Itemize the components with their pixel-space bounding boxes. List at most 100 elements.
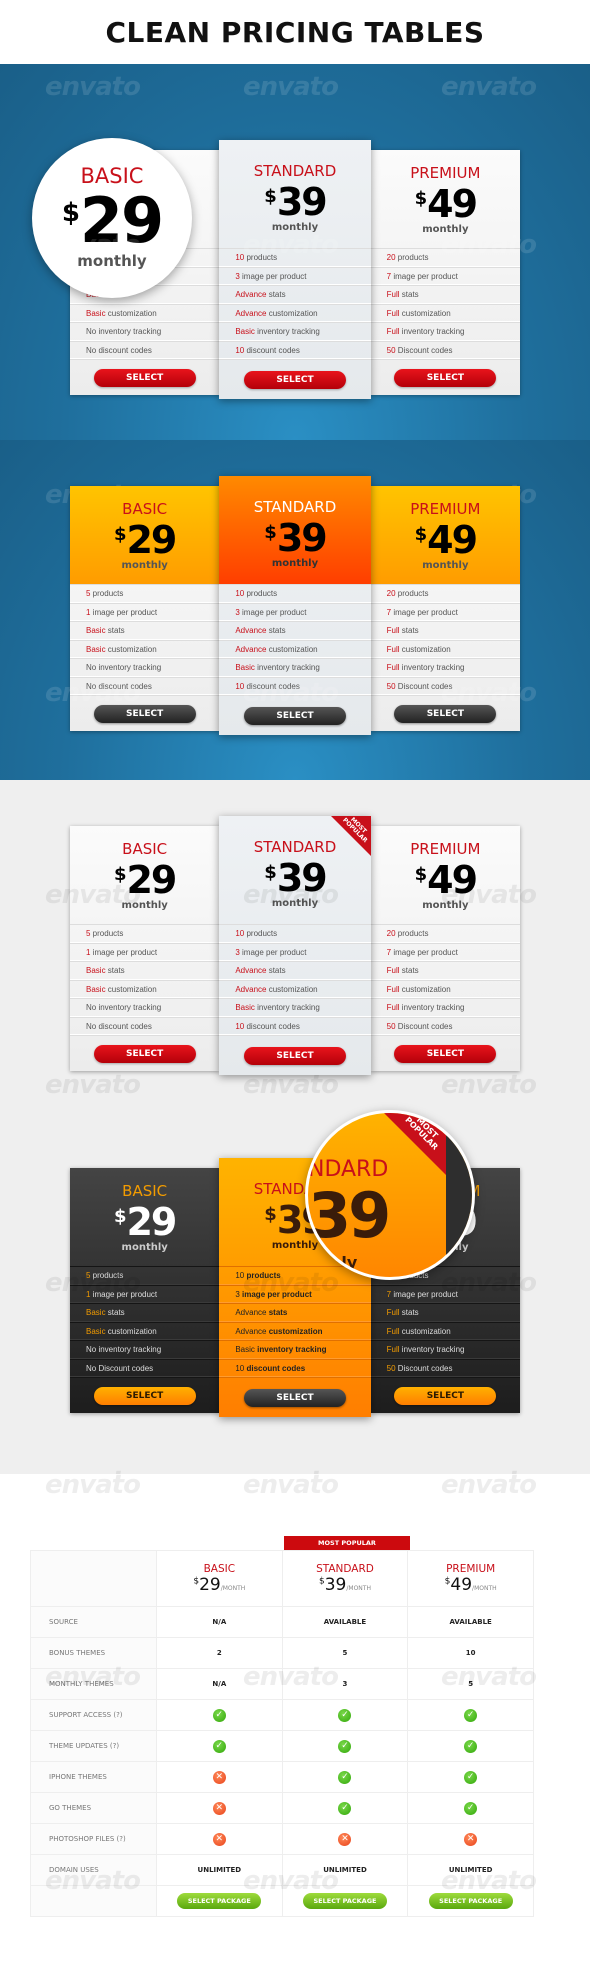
plan-price: $49/MONTH [408, 1575, 533, 1595]
watermark: envato [243, 1470, 339, 1500]
feature-text: discount codes [244, 1363, 306, 1373]
select-button[interactable]: SELECT [93, 1044, 196, 1063]
feature-text: Discount codes [395, 345, 453, 355]
watermark: envato [441, 678, 537, 708]
feature-highlight: Full [386, 984, 400, 994]
feature-row: 3 image per product [219, 602, 371, 621]
check-icon: ✓ [464, 1708, 478, 1722]
feature-highlight: Full [386, 1345, 400, 1354]
feature-text: No discount codes [86, 1021, 152, 1031]
feature-row: 3 image per product [219, 266, 371, 285]
feature-text: products [244, 929, 278, 938]
cross-icon: ✕ [212, 1832, 226, 1846]
feature-highlight: 50 [386, 345, 396, 355]
feature-text: inventory tracking [254, 1345, 327, 1354]
per-month: /MONTH [472, 1584, 497, 1592]
feature-highlight: Basic [86, 644, 106, 654]
feature-highlight: Basic [235, 1003, 255, 1012]
price: $39 [219, 518, 370, 558]
check-icon: ✓ [464, 1739, 478, 1753]
currency: $ [414, 524, 428, 545]
feature-text: stats [266, 626, 286, 635]
button-row: SELECT [370, 1035, 521, 1071]
watermark: envato [243, 72, 339, 102]
button-row: SELECT [70, 1377, 220, 1413]
feature-row: Advance stats [219, 961, 371, 980]
row-label: SOURCE [30, 1606, 157, 1638]
select-button[interactable]: SELECT [244, 706, 346, 725]
row-label: GO THEMES [30, 1792, 157, 1824]
watermark: envato [441, 1470, 537, 1500]
feature-text: No Discount codes [86, 1363, 154, 1373]
feature-row: 5 products [70, 924, 220, 943]
feature-row: No inventory tracking [70, 1340, 220, 1359]
pricing-column-standard: STANDARD $39 monthly 10 products 3 image per… [219, 140, 371, 399]
currency: $ [414, 864, 428, 885]
watermark: envato [243, 678, 339, 708]
feature-text: products [90, 589, 124, 598]
feature-row: Basic inventory tracking [219, 998, 371, 1017]
feature-highlight: Basic [86, 984, 106, 994]
row-label: THEME UPDATES (?) [30, 1730, 157, 1762]
select-button[interactable]: SELECT [394, 1386, 497, 1405]
feature-text: inventory tracking [399, 327, 465, 336]
select-button[interactable]: SELECT [394, 368, 497, 387]
select-button[interactable]: SELECT [394, 1044, 497, 1063]
price: $29 [70, 1202, 219, 1242]
feature-text: customization [266, 984, 318, 994]
feature-highlight: 50 [386, 1021, 396, 1031]
feature-text: inventory tracking [399, 1003, 465, 1012]
watermark: envato [243, 1866, 339, 1896]
feature-row: Advance customization [219, 303, 371, 322]
feature-highlight: Advance [235, 644, 267, 654]
table-cell: ✓ [407, 1730, 534, 1762]
feature-row: Advance stats [219, 621, 371, 640]
select-button[interactable]: SELECT [244, 370, 346, 389]
watermark: envato [45, 72, 141, 102]
feature-row: Basic customization [70, 303, 220, 322]
feature-row: Full customization [370, 1321, 521, 1340]
feature-row: Full stats [370, 621, 521, 640]
plan-name: STANDARD [253, 498, 337, 516]
check-icon: ✓ [464, 1801, 478, 1815]
table-row: SUPPORT ACCESS (?) ✓ ✓ ✓ [30, 1699, 534, 1731]
table-row: SOURCE N/A AVAILABLE AVAILABLE [30, 1606, 534, 1638]
plan-name: STANDARD [316, 1562, 374, 1575]
feature-row: No discount codes [70, 340, 220, 359]
feature-highlight: Advance [235, 290, 267, 299]
row-label: PHOTOSHOP FILES (?) [30, 1823, 157, 1855]
select-button[interactable]: SELECT [244, 1046, 346, 1065]
watermark: envato [243, 230, 339, 260]
watermark: envato [441, 880, 537, 910]
column-header: PREMIUM $49monthly [370, 486, 521, 584]
feature-highlight: 10 [235, 589, 245, 598]
select-button[interactable]: SELECT [93, 368, 196, 387]
select-button[interactable]: SELECT [93, 1386, 196, 1405]
plan-name: BASIC [122, 840, 168, 858]
feature-text: stats [399, 290, 419, 299]
feature-text: stats [266, 290, 286, 299]
plan-header-basic: BASIC $29/MONTH [156, 1550, 283, 1607]
amount: 29 [126, 1200, 177, 1244]
cross-icon: ✕ [338, 1832, 352, 1846]
feature-row: Full inventory tracking [370, 322, 521, 341]
feature-row: Advance customization [219, 1321, 371, 1340]
currency: $ [113, 1206, 127, 1227]
feature-text: stats [105, 966, 125, 975]
feature-row: Full inventory tracking [370, 998, 521, 1017]
watermark: envato [243, 880, 339, 910]
feature-row: 7 image per product [370, 942, 521, 961]
table-cell: ✓ [407, 1699, 534, 1731]
feature-text: Discount codes [395, 1021, 453, 1031]
feature-row: Full customization [370, 979, 521, 998]
table-cell: ✓ [407, 1792, 534, 1824]
feature-row: Basic inventory tracking [219, 322, 371, 341]
feature-text: customization [399, 644, 451, 654]
amount: 49 [427, 518, 478, 562]
watermark: envato [441, 1866, 537, 1896]
select-button[interactable]: SELECT [244, 1388, 346, 1407]
feature-text: No inventory tracking [86, 327, 162, 336]
feature-row: No inventory tracking [70, 658, 220, 677]
feature-row: 10 discount codes [219, 1358, 371, 1377]
feature-row: Full customization [370, 639, 521, 658]
